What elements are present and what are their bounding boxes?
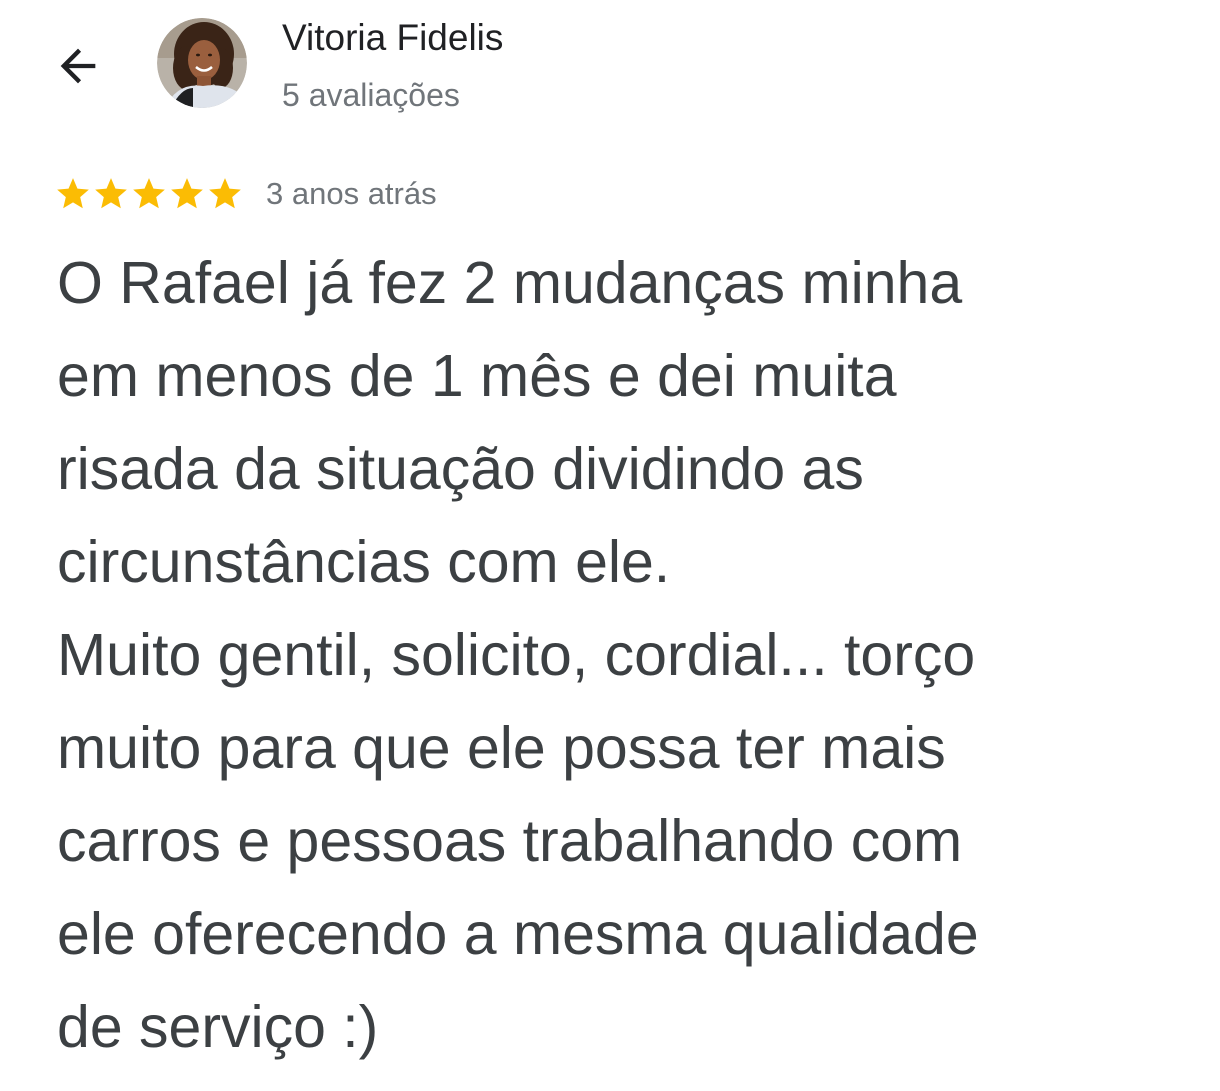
star-icon (171, 178, 203, 209)
star-icon (133, 178, 165, 209)
review-text-line: carros e pessoas trabalhando com (57, 808, 963, 874)
star-icon (209, 178, 241, 209)
review-count: 5 avaliações (282, 77, 460, 113)
star-icon (57, 178, 89, 209)
review-text-line: ele oferecendo a mesma qualidade (57, 901, 979, 967)
review-text-line: muito para que ele possa ter mais (57, 715, 946, 781)
user-photo-avatar (157, 18, 247, 108)
arrow-left-icon (60, 48, 96, 84)
review-text: O Rafael já fez 2 mudanças minha em meno… (57, 237, 1207, 1074)
review-text-line: risada da situação dividindo as (57, 436, 864, 502)
review-text-line: O Rafael já fez 2 mudanças minha (57, 250, 963, 316)
star-rating (54, 175, 244, 213)
star-icon (95, 178, 127, 209)
review-text-line: em menos de 1 mês e dei muita (57, 343, 897, 409)
review-text-line: Muito gentil, solicito, cordial... torço (57, 622, 976, 688)
rating-row: 3 anos atrás (54, 172, 437, 216)
back-button[interactable] (50, 38, 106, 94)
author-name[interactable]: Vitoria Fidelis (282, 16, 503, 60)
review-text-line: circunstâncias com ele. (57, 529, 671, 595)
avatar[interactable] (157, 18, 247, 108)
review-text-line: de serviço :) (57, 994, 379, 1060)
review-date: 3 anos atrás (266, 176, 437, 211)
